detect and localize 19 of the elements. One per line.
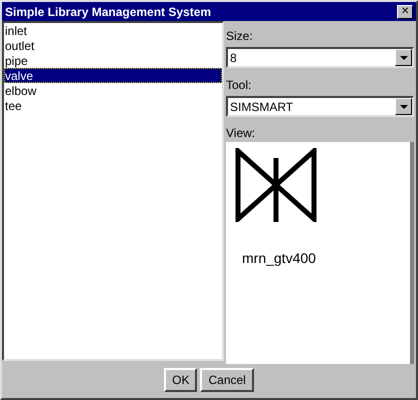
tool-label: Tool: [226, 77, 252, 92]
tool-dropdown[interactable]: SIMSMART [226, 96, 414, 117]
list-item[interactable]: pipe [4, 53, 222, 68]
list-item[interactable]: outlet [4, 38, 222, 53]
size-label: Size: [226, 28, 254, 43]
list-item[interactable]: elbow [4, 83, 222, 98]
dialog-button[interactable]: OK [164, 368, 198, 392]
size-dropdown[interactable]: 8 [226, 47, 414, 68]
view-label: View: [226, 125, 256, 140]
list-item[interactable]: inlet [4, 23, 222, 38]
size-value: 8 [229, 50, 237, 66]
symbol-name: mrn_gtv400 [242, 249, 317, 268]
tool-value: SIMSMART [229, 98, 294, 116]
window-title: Simple Library Management System [5, 4, 212, 20]
close-button[interactable]: ✕ [397, 4, 413, 18]
list-item[interactable]: valve [4, 68, 222, 83]
valve-symbol-icon [235, 148, 317, 222]
list-item[interactable]: tee [4, 98, 222, 113]
dialog-button[interactable]: Cancel [200, 368, 254, 392]
